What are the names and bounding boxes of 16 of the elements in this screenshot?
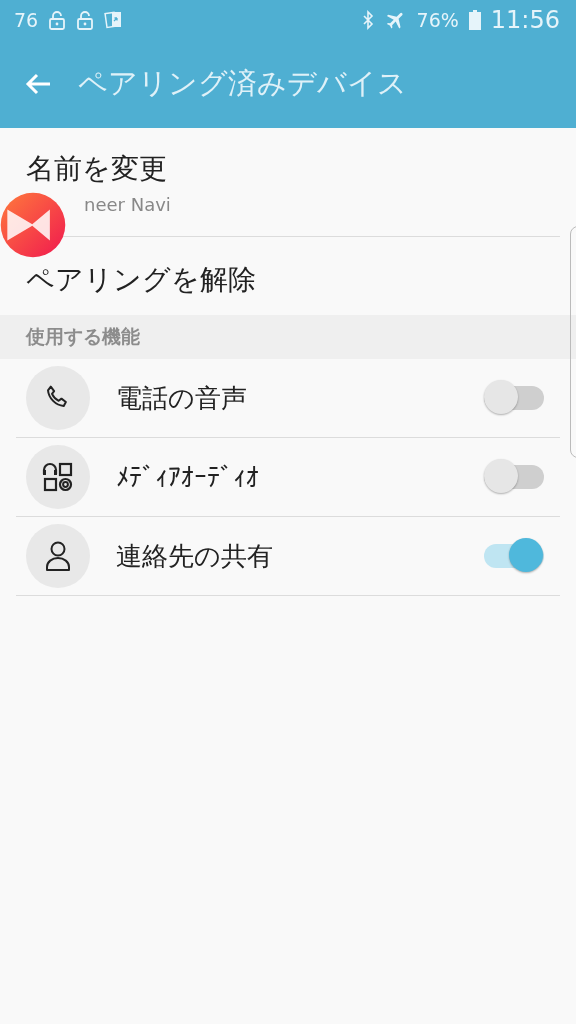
- feature-label: ﾒﾃﾞｨｱｵｰﾃﾞｨｵ: [116, 462, 260, 492]
- lock-icon: [76, 10, 95, 30]
- screen-share-icon: [104, 10, 123, 30]
- battery-icon: [468, 10, 481, 30]
- lock-icon: [48, 10, 67, 30]
- unpair-label[interactable]: ペアリングを解除: [26, 261, 256, 299]
- feature-label: 連絡先の共有: [116, 539, 274, 573]
- screen-title: ペアリング済みデバイス: [78, 65, 407, 102]
- feature-label: 電話の音声: [116, 381, 248, 415]
- rename-label[interactable]: 名前を変更: [26, 149, 576, 188]
- notification-count: 76: [14, 9, 39, 31]
- clock-time: 11:56: [490, 6, 560, 34]
- section-header: 使用する機能: [0, 315, 576, 359]
- device-name: neer Navi: [83, 193, 172, 215]
- bluetooth-icon: [360, 10, 375, 30]
- battery-percent: 76%: [416, 9, 459, 31]
